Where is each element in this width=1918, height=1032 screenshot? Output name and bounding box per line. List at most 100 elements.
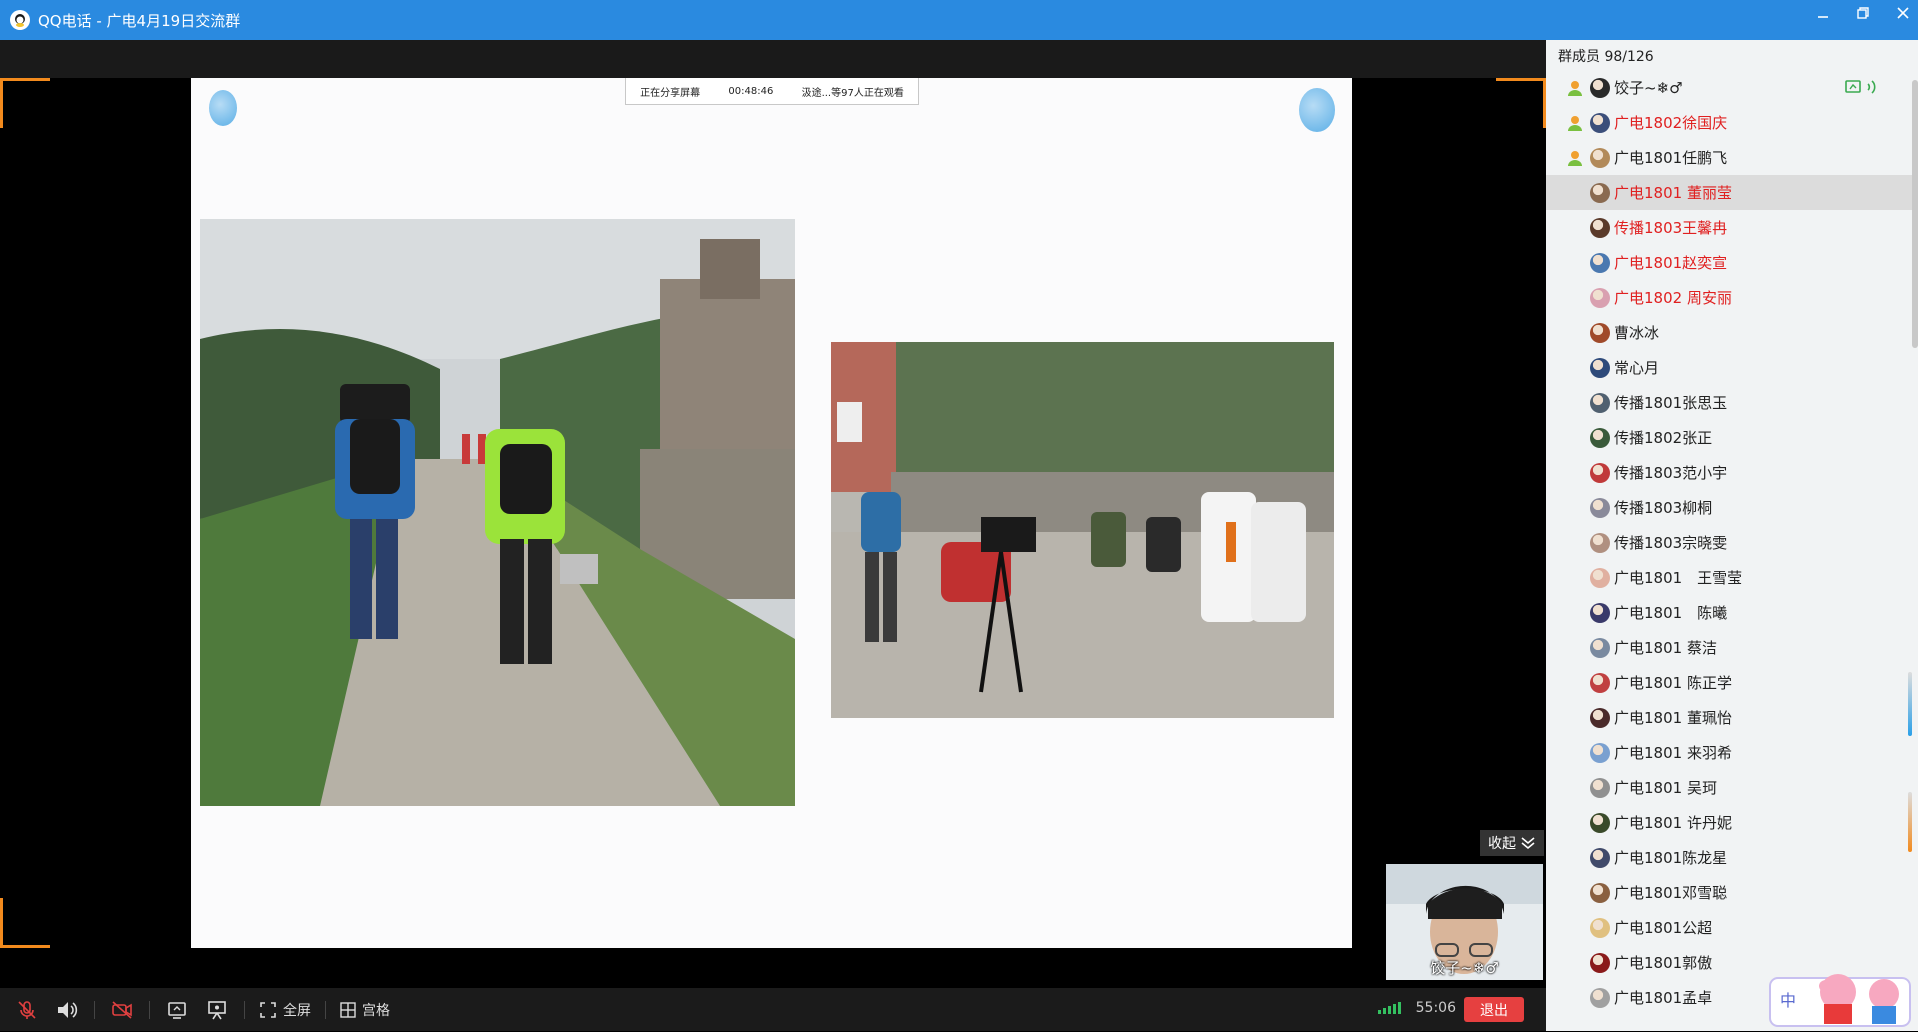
member-row[interactable]: 传播1803宗晓雯 <box>1546 525 1918 560</box>
member-row[interactable]: 广电1801任鹏飞 <box>1546 140 1918 175</box>
decorative-bubble <box>209 90 237 126</box>
member-name: 广电1801邓雪聪 <box>1614 884 1728 902</box>
member-avatar <box>1590 602 1610 623</box>
grid-label: 宫格 <box>362 1002 390 1019</box>
user-mic-icon <box>1562 149 1588 167</box>
member-name: 传播1803范小宇 <box>1614 464 1728 482</box>
member-row[interactable]: 常心月 <box>1546 350 1918 385</box>
member-name: 常心月 <box>1614 359 1660 377</box>
decorative-bubble <box>1299 88 1335 132</box>
member-avatar <box>1590 77 1610 98</box>
member-name: 广电1801 许丹妮 <box>1614 814 1732 832</box>
member-avatar <box>1590 532 1610 553</box>
volume-indicator <box>1908 792 1912 852</box>
share-status-text: 正在分享屏幕 <box>640 87 701 99</box>
minimize-button[interactable] <box>1814 6 1832 24</box>
member-row[interactable]: 曹冰冰 <box>1546 315 1918 350</box>
member-name: 广电1801 陈曦 <box>1614 604 1728 622</box>
grid-view-button[interactable]: 宫格 <box>340 997 390 1023</box>
share-viewers-text: 汲途...等97人正在观看 <box>801 87 904 99</box>
member-list: 饺子~❄♂ 广电1802徐国庆广电1801任鹏飞 广电1801 董丽莹 传播1803王… <box>1546 70 1918 1015</box>
member-avatar <box>1590 357 1610 378</box>
member-avatar <box>1590 917 1610 938</box>
share-status-banner: 正在分享屏幕 00:48:46 汲途...等97人正在观看 <box>625 78 919 105</box>
member-row[interactable]: 广电1801 王雪莹 <box>1546 560 1918 595</box>
member-avatar <box>1590 637 1610 658</box>
title-bar: QQ电话 - 广电4月19日交流群 <box>0 0 1918 40</box>
webcam-name-label: 饺子~❄♂ <box>1430 959 1499 977</box>
member-name: 广电1801 王雪莹 <box>1614 569 1743 587</box>
member-name: 传播1803柳桐 <box>1614 499 1713 517</box>
restore-button[interactable] <box>1854 6 1872 24</box>
svg-text:中: 中 <box>1780 991 1796 1010</box>
window-title: QQ电话 - 广电4月19日交流群 <box>38 11 241 30</box>
member-row[interactable]: 广电1801 蔡洁 <box>1546 630 1918 665</box>
screen-share-button[interactable] <box>164 997 190 1023</box>
exit-call-button[interactable]: 退出 <box>1464 997 1524 1022</box>
member-avatar <box>1590 182 1610 203</box>
shared-screen-stage: 正在分享屏幕 00:48:46 汲途...等97人正在观看 收起 饺子~❄♂ <box>0 78 1546 980</box>
double-chevron-down-icon <box>1521 837 1535 850</box>
member-row[interactable]: 广电1801 陈曦 <box>1546 595 1918 630</box>
ime-widget[interactable]: 中 <box>1768 942 1916 1028</box>
member-list-scrollbar[interactable] <box>1912 80 1918 348</box>
member-row[interactable]: 广电1801公超 <box>1546 910 1918 945</box>
member-avatar <box>1590 742 1610 763</box>
member-row[interactable]: 广电1801 董珮怡 <box>1546 700 1918 735</box>
fullscreen-icon <box>260 1001 276 1018</box>
member-row[interactable]: 饺子~❄♂ <box>1546 70 1918 105</box>
frame-corner-mark <box>1496 78 1546 81</box>
member-row[interactable]: 传播1801张思玉 <box>1546 385 1918 420</box>
member-row[interactable]: 传播1802张正 <box>1546 420 1918 455</box>
member-name: 广电1801公超 <box>1614 919 1713 937</box>
member-name: 广电1802徐国庆 <box>1614 114 1728 132</box>
member-avatar <box>1590 567 1610 588</box>
member-name: 广电1801孟卓 <box>1614 989 1713 1007</box>
member-row[interactable]: 传播1803柳桐 <box>1546 490 1918 525</box>
user-mic-icon <box>1562 79 1588 97</box>
webcam-video-tile[interactable]: 饺子~❄♂ <box>1386 864 1543 980</box>
member-row[interactable]: 广电1801 许丹妮 <box>1546 805 1918 840</box>
member-avatar <box>1590 847 1610 868</box>
fullscreen-label: 全屏 <box>283 1002 311 1019</box>
member-avatar <box>1590 707 1610 728</box>
member-name: 广电1801 吴珂 <box>1614 779 1717 797</box>
whiteboard-button[interactable] <box>204 997 230 1023</box>
member-avatar <box>1590 112 1610 133</box>
call-toolbar: 全屏 宫格 55:06 退出 <box>0 988 1546 1031</box>
frame-corner-mark <box>0 945 50 948</box>
speaker-icon <box>58 1001 78 1018</box>
member-row[interactable]: 广电1801陈龙星 <box>1546 840 1918 875</box>
member-row[interactable]: 广电1801 陈正学 <box>1546 665 1918 700</box>
member-row[interactable]: 广电1801 董丽莹 <box>1546 175 1918 210</box>
camera-off-icon <box>112 1000 132 1019</box>
member-row[interactable]: 广电1801邓雪聪 <box>1546 875 1918 910</box>
member-avatar <box>1590 427 1610 448</box>
member-name: 广电1801 来羽希 <box>1614 744 1732 762</box>
fullscreen-button[interactable]: 全屏 <box>259 997 311 1023</box>
speaking-indicator-icon <box>1844 78 1884 100</box>
ime-mascot-icon: 中 <box>1769 974 1911 1027</box>
member-name: 传播1802张正 <box>1614 429 1713 447</box>
member-row[interactable]: 广电1802徐国庆 <box>1546 105 1918 140</box>
collapse-video-button[interactable]: 收起 <box>1480 830 1544 856</box>
member-row[interactable]: 传播1803王馨冉 <box>1546 210 1918 245</box>
member-row[interactable]: 广电1801 吴珂 <box>1546 770 1918 805</box>
member-avatar <box>1590 777 1610 798</box>
mic-muted-button[interactable] <box>14 997 40 1023</box>
member-row[interactable]: 广电1801 来羽希 <box>1546 735 1918 770</box>
member-avatar <box>1590 952 1610 973</box>
member-name: 广电1801 陈正学 <box>1614 674 1732 692</box>
qq-logo-icon <box>10 10 30 30</box>
member-name: 广电1801 蔡洁 <box>1614 639 1717 657</box>
user-mic-icon <box>1562 114 1588 132</box>
camera-off-button[interactable] <box>109 997 135 1023</box>
member-row[interactable]: 传播1803范小宇 <box>1546 455 1918 490</box>
member-row[interactable]: 广电1801赵奕宣 <box>1546 245 1918 280</box>
member-name: 传播1801张思玉 <box>1614 394 1728 412</box>
call-duration: 55:06 <box>1415 1000 1456 1016</box>
member-avatar <box>1590 322 1610 343</box>
speaker-button[interactable] <box>54 997 80 1023</box>
close-button[interactable] <box>1894 6 1912 24</box>
member-row[interactable]: 广电1802 周安丽 <box>1546 280 1918 315</box>
